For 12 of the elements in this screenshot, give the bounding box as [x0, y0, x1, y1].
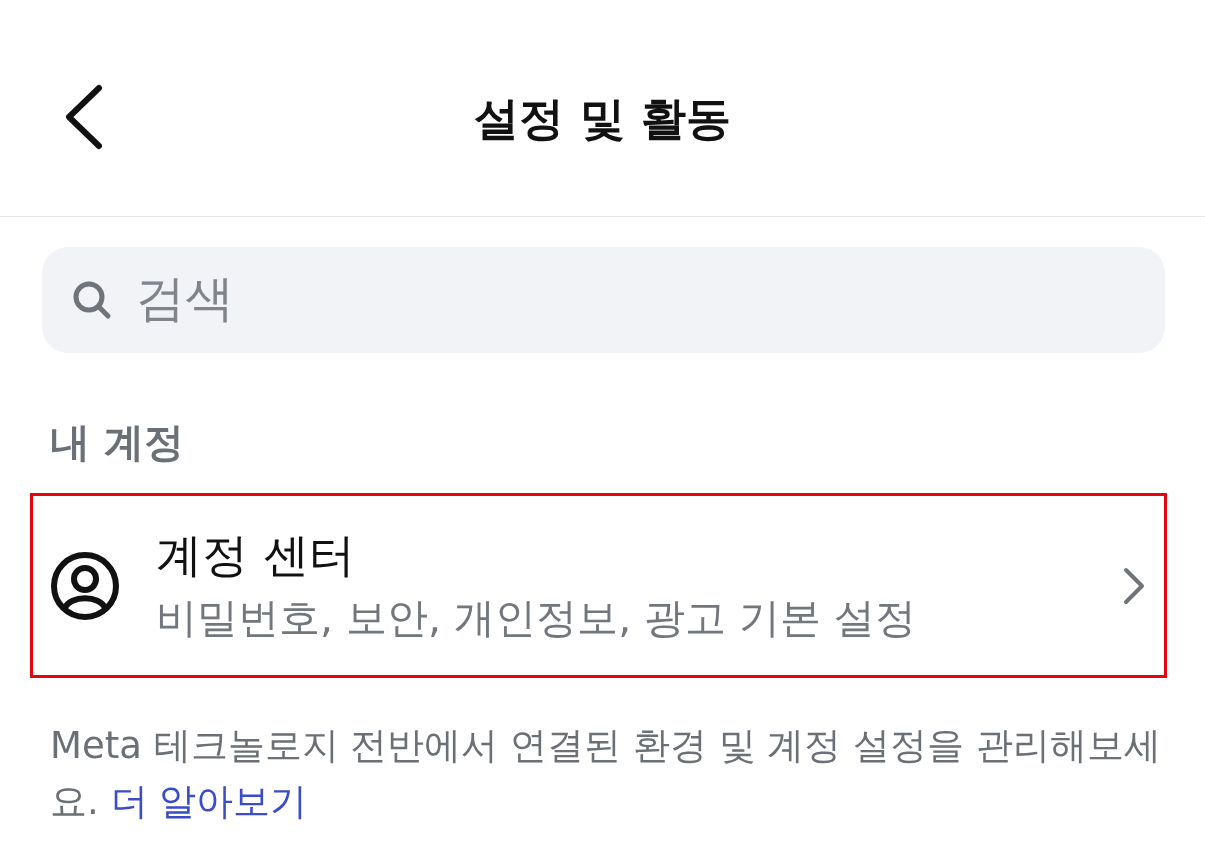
description-text: Meta 테크놀로지 전반에서 연결된 환경 및 계정 설정을 관리해보세요. 더 알아보기: [50, 723, 1162, 825]
search-icon: [72, 280, 112, 320]
search-field[interactable]: 검색: [42, 247, 1165, 353]
account-center-item[interactable]: 계정 센터 비밀번호, 보안, 개인정보, 광고 기본 설정: [30, 493, 1167, 678]
item-subtitle: 비밀번호, 보안, 개인정보, 광고 기본 설정: [156, 593, 917, 644]
section-title: 내 계정: [50, 418, 184, 467]
item-title: 계정 센터: [156, 527, 355, 584]
chevron-right-icon: [1122, 565, 1146, 606]
back-icon: [64, 84, 104, 150]
learn-more-link[interactable]: 더 알아보기: [110, 780, 308, 823]
page-title: 설정 및 활동: [474, 91, 731, 147]
person-circle-icon: [50, 550, 120, 621]
